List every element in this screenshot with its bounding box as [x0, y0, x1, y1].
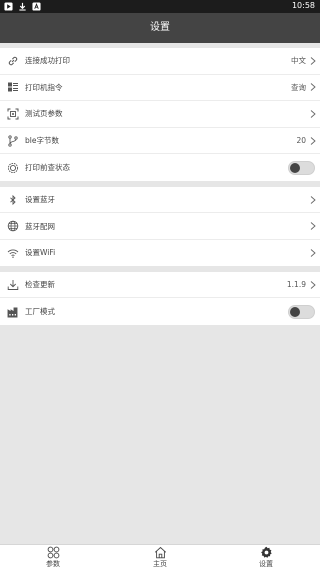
- status-time: 10:58: [291, 1, 315, 10]
- chevron-right-icon: [310, 83, 316, 92]
- setting-row-test-page[interactable]: 测试页参数: [0, 101, 320, 128]
- nav-tab-home[interactable]: 主页: [130, 546, 190, 569]
- setting-row-printer-command[interactable]: 打印机指令 查询: [0, 75, 320, 102]
- globe-icon: [7, 220, 19, 232]
- factory-mode-toggle[interactable]: [288, 304, 315, 319]
- params-grid-icon: [47, 546, 60, 559]
- wifi-icon: [7, 247, 19, 259]
- setting-label: 打印前查状态: [25, 163, 70, 173]
- nav-label: 参数: [46, 560, 60, 568]
- target-icon: [7, 162, 19, 174]
- title-bar: 设置: [0, 13, 320, 43]
- toggle-knob: [290, 306, 300, 317]
- factory-icon: [7, 306, 19, 318]
- setting-value: 1.1.9: [286, 280, 306, 290]
- branch-icon: [7, 134, 19, 147]
- setting-label: 设置蓝牙: [25, 195, 55, 205]
- chevron-right-icon: [310, 110, 316, 118]
- settings-group-printing: 连接成功打印 中文 打印机指令 查询 测试页参数 ble字节数 20 打印前查状…: [0, 48, 320, 181]
- status-bar: 10:58: [0, 0, 320, 13]
- grid-list-icon: [7, 81, 19, 93]
- setting-value: 查询: [291, 82, 306, 92]
- chevron-right-icon: [310, 280, 316, 289]
- link-icon: [7, 55, 19, 67]
- setting-row-wifi[interactable]: 设置WiFi: [0, 240, 320, 266]
- bottom-nav: 参数 主页 设置: [0, 544, 320, 569]
- setting-label: 连接成功打印: [25, 56, 70, 66]
- chevron-right-icon: [310, 222, 316, 230]
- settings-group-network: 设置蓝牙 蓝牙配网 设置WiFi: [0, 187, 320, 266]
- chevron-right-icon: [310, 249, 316, 257]
- setting-label: 蓝牙配网: [25, 221, 55, 231]
- nav-label: 主页: [153, 560, 167, 568]
- setting-value: 中文: [291, 56, 306, 66]
- nav-label: 设置: [259, 560, 273, 568]
- chevron-right-icon: [310, 56, 316, 65]
- chevron-right-icon: [310, 136, 316, 145]
- setting-row-ble-bytes[interactable]: ble字节数 20: [0, 128, 320, 155]
- gear-icon: [260, 546, 273, 559]
- check-status-toggle[interactable]: [288, 160, 315, 175]
- setting-label: 工厂模式: [25, 307, 55, 317]
- nav-tab-settings[interactable]: 设置: [236, 546, 296, 569]
- setting-label: 设置WiFi: [25, 248, 56, 258]
- settings-group-system: 检查更新 1.1.9 工厂模式: [0, 272, 320, 325]
- setting-label: 检查更新: [25, 280, 55, 290]
- setting-value: 20: [296, 136, 306, 146]
- bluetooth-icon: [7, 194, 19, 206]
- setting-label: ble字节数: [25, 136, 59, 146]
- setting-label: 测试页参数: [25, 109, 63, 119]
- scan-icon: [7, 108, 19, 120]
- download-icon: [7, 279, 19, 291]
- setting-row-connect-print[interactable]: 连接成功打印 中文: [0, 48, 320, 75]
- chevron-right-icon: [310, 195, 316, 204]
- play-store-icon: [4, 2, 13, 11]
- setting-row-factory-mode: 工厂模式: [0, 298, 320, 324]
- setting-label: 打印机指令: [25, 82, 63, 92]
- page-title: 设置: [150, 22, 170, 33]
- toggle-knob: [290, 162, 300, 173]
- setting-row-check-status: 打印前查状态: [0, 154, 320, 181]
- setting-row-check-update[interactable]: 检查更新 1.1.9: [0, 272, 320, 299]
- setting-row-bluetooth-network[interactable]: 蓝牙配网: [0, 213, 320, 240]
- nav-tab-params[interactable]: 参数: [23, 546, 83, 569]
- status-icons: [4, 2, 41, 11]
- home-icon: [154, 546, 167, 559]
- setting-row-bluetooth[interactable]: 设置蓝牙: [0, 187, 320, 214]
- download-icon: [18, 2, 27, 11]
- notification-icon: [32, 2, 41, 11]
